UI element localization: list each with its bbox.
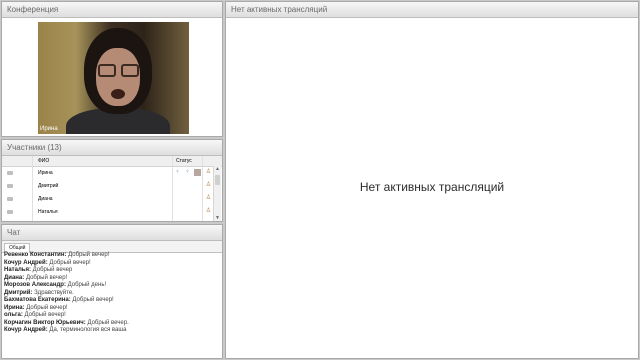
row-select-icon[interactable]: [7, 197, 13, 201]
message-author: Ревенко Константин:: [4, 252, 67, 258]
row-select-icon[interactable]: [7, 171, 13, 175]
participant-name: Дмитрий: [38, 183, 59, 189]
message-author: Дмитрий:: [4, 289, 33, 296]
screen-icon[interactable]: [194, 169, 201, 176]
chat-title: Чат: [2, 225, 222, 241]
message-author: ольга:: [4, 312, 23, 318]
participant-row[interactable]: [2, 219, 214, 222]
user-icon: ♙: [205, 208, 212, 214]
message-author: Диана:: [4, 274, 25, 281]
message-text: Добрый вечер!: [26, 304, 68, 311]
participants-table-header: ФИО Статус: [2, 156, 222, 167]
message-author: Корчагин Виктор Юрьевич:: [4, 319, 86, 326]
chat-message: Наталья: Добрый вечер: [4, 267, 220, 275]
chat-message: Бахматова Екатерина: Добрый вечер!: [4, 297, 220, 305]
participant-row[interactable]: Диана ♙: [2, 193, 214, 206]
column-name-header[interactable]: ФИО: [38, 156, 49, 166]
mic-icon[interactable]: ♀: [174, 169, 181, 176]
chat-messages: Ревенко Константин: Добрый вечер! Кочур …: [4, 252, 220, 335]
participant-name: Наталья: [38, 209, 58, 215]
video-speaker-name: Ирина: [40, 126, 58, 132]
participant-row[interactable]: Ирина ♀ ♀ ♙: [2, 167, 214, 180]
message-text: Добрый вечер!: [68, 252, 110, 258]
message-text: Добрый вечер!: [72, 297, 114, 303]
participants-title: Участники (13): [2, 140, 222, 156]
user-icon: ♙: [205, 169, 212, 175]
chat-message: Кочур Андрей: Добрый вечер!: [4, 260, 220, 268]
chat-message: ольга: Добрый вечер!: [4, 312, 220, 320]
participant-name: Диана: [38, 196, 53, 202]
participant-row[interactable]: Наталья ♙: [2, 206, 214, 219]
chat-message: Кочур Андрей: Да, терминология вся ваша: [4, 327, 220, 335]
chat-panel: Чат Общий Ревенко Константин: Добрый веч…: [1, 224, 223, 359]
user-icon: ♙: [205, 195, 212, 201]
message-text: Да, терминология вся ваша: [49, 327, 127, 333]
scroll-down-icon[interactable]: ▼: [214, 215, 221, 221]
glasses-right: [121, 64, 139, 77]
user-icon: ♙: [205, 182, 212, 188]
message-text: Добрый вечер: [32, 267, 73, 273]
message-author: Кочур Андрей:: [4, 259, 48, 266]
participants-scrollbar[interactable]: ▲ ▼: [213, 166, 221, 221]
participants-panel: Участники (13) ФИО Статус Ирина ♀ ♀ ♙ Дм…: [1, 139, 223, 222]
row-select-icon[interactable]: [7, 221, 13, 222]
glasses-left: [98, 64, 116, 77]
message-text: Добрый вечер.: [87, 319, 129, 326]
scroll-thumb[interactable]: [215, 175, 220, 185]
conference-panel: Конференция Ирина: [1, 1, 223, 137]
message-text: Добрый вечер!: [24, 312, 66, 318]
message-author: Бахматова Екатерина:: [4, 297, 71, 303]
message-text: Добрый день!: [67, 282, 107, 288]
row-select-icon[interactable]: [7, 210, 13, 214]
video-person-mouth: [111, 89, 125, 99]
message-author: Ирина:: [4, 304, 25, 311]
broadcast-panel: Нет активных трансляций Нет активных тра…: [225, 1, 639, 359]
chat-message: Ирина: Добрый вечер!: [4, 305, 220, 313]
chat-message: Корчагин Виктор Юрьевич: Добрый вечер.: [4, 320, 220, 328]
scroll-up-icon[interactable]: ▲: [214, 166, 221, 173]
message-author: Наталья:: [4, 267, 31, 273]
message-text: Добрый вечер!: [25, 274, 68, 281]
column-status-header[interactable]: Статус: [176, 156, 192, 166]
message-author: Кочур Андрей:: [4, 327, 48, 333]
chat-message: Морозов Александр: Добрый день!: [4, 282, 220, 290]
camera-icon[interactable]: ♀: [184, 169, 191, 176]
chat-message: Диана: Добрый вечер!: [4, 275, 220, 283]
chat-message: Ревенко Константин: Добрый вечер!: [4, 252, 220, 260]
participant-name: Ирина: [38, 170, 53, 176]
broadcast-title: Нет активных трансляций: [226, 2, 638, 18]
chat-message: Дмитрий: Здравствуйте.: [4, 290, 220, 298]
message-author: Морозов Александр:: [4, 282, 66, 288]
no-streams-message: Нет активных трансляций: [359, 180, 505, 194]
video-feed[interactable]: Ирина: [38, 22, 189, 134]
message-text: Добрый вечер!: [49, 259, 91, 266]
message-text: Здравствуйте.: [34, 289, 74, 296]
row-select-icon[interactable]: [7, 184, 13, 188]
participant-row[interactable]: Дмитрий ♙: [2, 180, 214, 193]
conference-title: Конференция: [2, 2, 222, 18]
